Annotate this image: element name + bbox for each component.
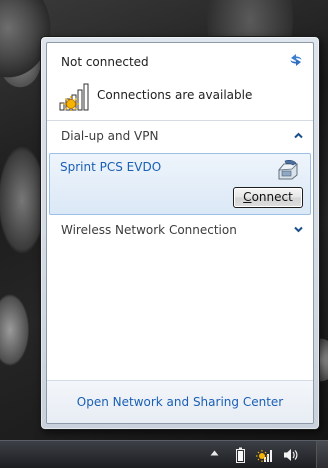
connections-available-text: Connections are available: [97, 88, 253, 102]
taskbar: [0, 440, 328, 468]
group-label-wireless: Wireless Network Connection: [61, 223, 237, 237]
connect-button-label: onnect: [251, 190, 293, 204]
network-sharing-center-link[interactable]: Open Network and Sharing Center: [77, 395, 283, 409]
flyout-footer: Open Network and Sharing Center: [47, 380, 313, 423]
status-title: Not connected: [61, 55, 149, 69]
chevron-down-icon[interactable]: [294, 226, 303, 233]
show-desktop-button[interactable]: [316, 441, 328, 468]
flyout-panel: Not connected Connections are available …: [46, 42, 314, 424]
group-header-dialup[interactable]: Dial-up and VPN: [47, 121, 313, 151]
network-tray-icon[interactable]: [256, 447, 274, 463]
signal-bars-icon: [59, 83, 89, 111]
group-label-dialup: Dial-up and VPN: [61, 129, 159, 143]
connect-button[interactable]: Connect: [233, 187, 303, 208]
connection-name: Sprint PCS EVDO: [60, 160, 162, 174]
network-flyout: Not connected Connections are available …: [40, 36, 320, 430]
show-hidden-icons-arrow[interactable]: [210, 450, 219, 456]
group-header-wireless[interactable]: Wireless Network Connection: [47, 215, 313, 245]
dialup-phone-icon: [278, 160, 298, 180]
chevron-up-icon[interactable]: [294, 132, 303, 139]
battery-icon[interactable]: [236, 447, 245, 463]
refresh-icon[interactable]: [288, 52, 304, 68]
connection-item-sprint[interactable]: Sprint PCS EVDO Connect: [49, 153, 311, 215]
volume-icon[interactable]: [283, 447, 299, 463]
connection-status-section: Not connected Connections are available: [47, 43, 313, 120]
connect-button-accel: C: [243, 190, 252, 204]
